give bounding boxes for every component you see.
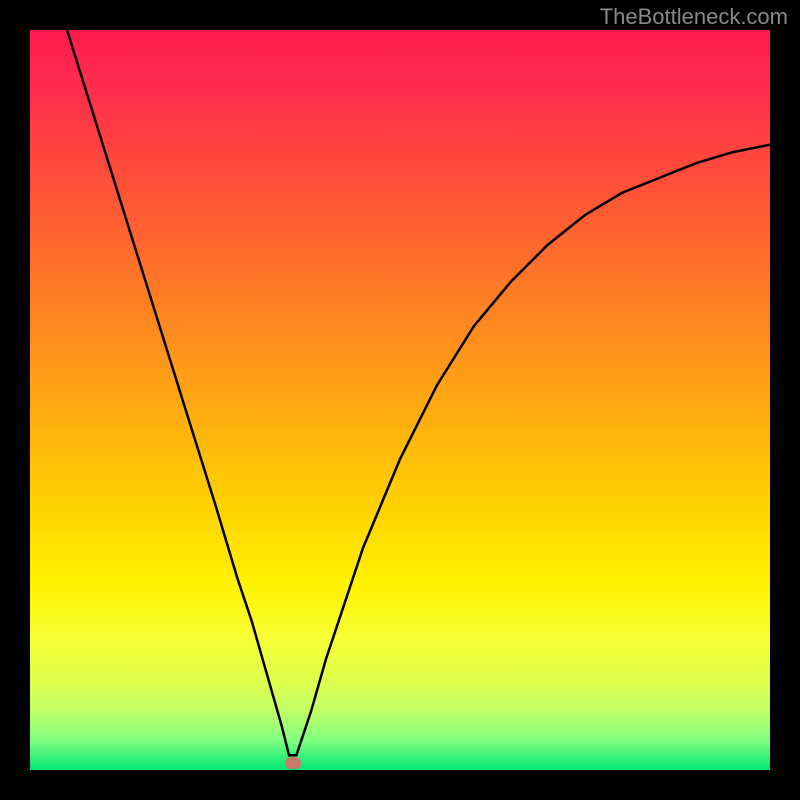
attribution-text: TheBottleneck.com bbox=[600, 4, 788, 30]
optimal-point-marker bbox=[285, 757, 301, 769]
plot-area bbox=[30, 30, 770, 770]
bottleneck-curve bbox=[30, 30, 770, 770]
